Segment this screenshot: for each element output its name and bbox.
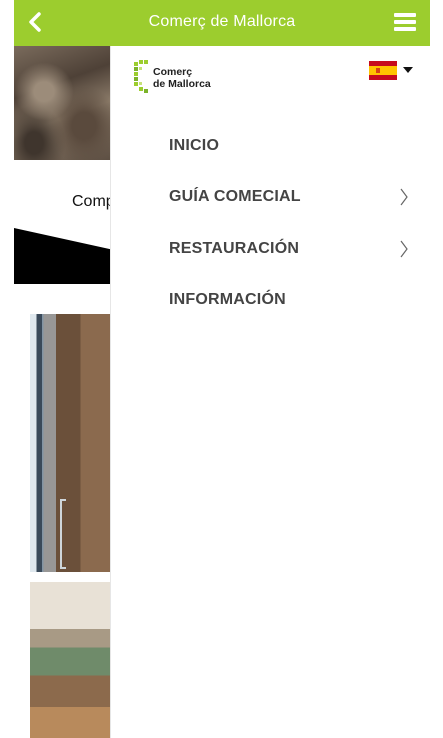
menu-item-informacion[interactable]: INFORMACIÓN: [169, 286, 409, 314]
partial-text: Comp: [72, 193, 114, 210]
menu-item-restauracion[interactable]: RESTAURACIÓN: [169, 235, 409, 263]
menu-item-guia-comecial[interactable]: GUÍA COMECIAL: [169, 183, 409, 211]
chevron-right-icon: [400, 188, 408, 206]
menu-item-label: GUÍA COMECIAL: [169, 188, 301, 205]
language-dropdown-caret-icon[interactable]: [403, 67, 413, 73]
chevron-right-icon: [400, 240, 408, 258]
comerc-de-mallorca-logo[interactable]: Comerç de Mallorca: [133, 60, 223, 96]
side-drawer-menu: Comerç de Mallorca INICIO GUÍA COMECIAL …: [110, 46, 443, 738]
black-banner-shape: [14, 228, 114, 284]
logo-line1: Comerç: [153, 66, 193, 78]
logo-mark-icon: [134, 60, 148, 93]
terrace-photo[interactable]: [30, 582, 114, 738]
menu-item-label: INICIO: [169, 137, 220, 154]
shop-door-photo[interactable]: [30, 314, 114, 572]
spain-flag-icon[interactable]: [369, 61, 397, 80]
logo-line2: de Mallorca: [153, 78, 211, 90]
menu-item-label: RESTAURACIÓN: [169, 240, 300, 257]
background-page: Comp: [14, 46, 114, 738]
menu-item-label: INFORMACIÓN: [169, 291, 286, 308]
hero-image: [14, 46, 114, 160]
hamburger-menu-icon[interactable]: [394, 13, 416, 33]
page-title: Comerç de Mallorca: [148, 13, 296, 30]
app-header: Comerç de Mallorca: [14, 0, 430, 46]
logo-text: Comerç de Mallorca: [153, 66, 211, 90]
menu-item-inicio[interactable]: INICIO: [169, 132, 409, 160]
